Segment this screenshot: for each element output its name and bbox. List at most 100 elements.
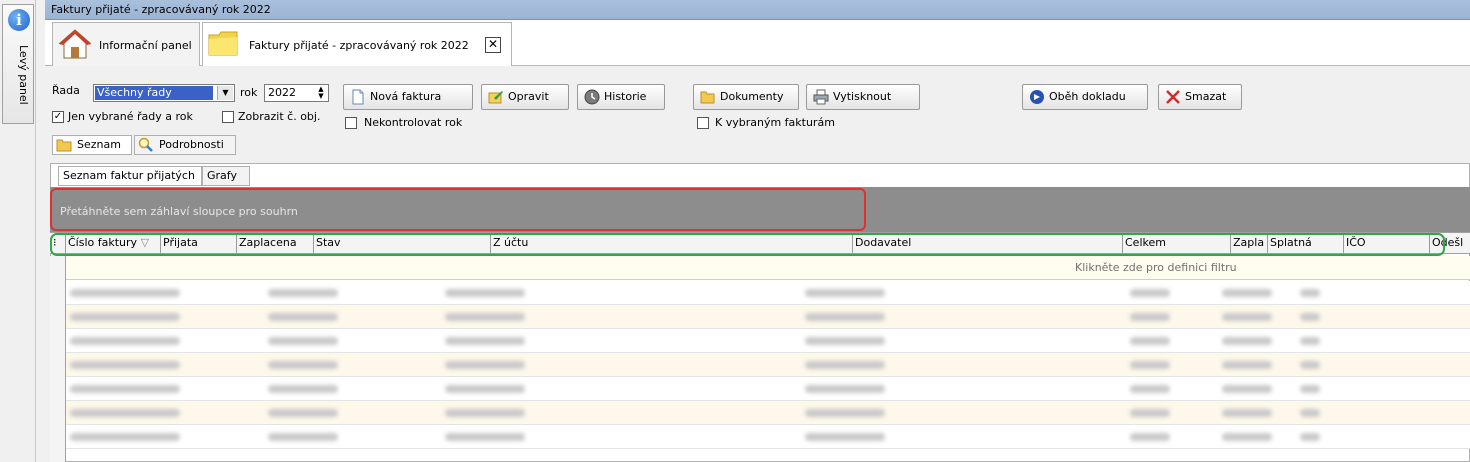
left-panel-toggle[interactable]: i Levý panel: [2, 4, 34, 124]
redacted-cell: [1300, 313, 1320, 321]
redacted-cell: [1130, 289, 1170, 297]
delete-button[interactable]: Smazat: [1158, 84, 1242, 110]
redacted-cell: [268, 289, 338, 297]
info-icon: i: [8, 9, 30, 31]
filter-row[interactable]: ▿: [50, 256, 1470, 280]
year-value: 2022: [268, 86, 296, 99]
red-highlight-box: [50, 188, 866, 231]
tab-charts-label: Grafy: [207, 169, 237, 182]
redacted-cell: [445, 313, 525, 321]
new-invoice-label: Nová faktura: [370, 90, 442, 103]
tab-received-invoice-list-label: Seznam faktur přijatých: [63, 169, 195, 182]
redacted-cell: [1222, 289, 1272, 297]
year-label: rok: [240, 86, 258, 99]
redacted-cell: [805, 361, 885, 369]
year-spinner[interactable]: 2022 ▲ ▼: [264, 84, 329, 102]
folder-open-icon: [700, 91, 715, 104]
show-order-checkbox[interactable]: [222, 111, 234, 123]
redacted-cell: [445, 289, 525, 297]
only-selected-label: Jen vybrané řady a rok: [68, 110, 193, 123]
tab-charts[interactable]: Grafy: [202, 166, 250, 186]
close-tab-icon[interactable]: ✕: [485, 37, 501, 53]
no-check-year-checkbox[interactable]: [345, 117, 357, 129]
redacted-cell: [268, 361, 338, 369]
circulation-label: Oběh dokladu: [1049, 90, 1126, 103]
redacted-cell: [70, 433, 180, 441]
edit-icon: [488, 91, 503, 104]
redacted-cell: [805, 337, 885, 345]
redacted-cell: [805, 433, 885, 441]
tab-received-invoice-list[interactable]: Seznam faktur přijatých: [58, 166, 202, 186]
redacted-cell: [70, 289, 180, 297]
printer-icon: [813, 89, 829, 105]
tab-received-invoices-label: Faktury přijaté - zpracovávaný rok 2022: [249, 39, 469, 52]
tab-details[interactable]: Podrobnosti: [134, 135, 236, 155]
redacted-cell: [445, 409, 525, 417]
redacted-cell: [268, 313, 338, 321]
redacted-cell: [1222, 385, 1272, 393]
redacted-cell: [1222, 409, 1272, 417]
redacted-cell: [70, 361, 180, 369]
documents-button[interactable]: Dokumenty: [693, 84, 799, 110]
green-highlight-box: [50, 233, 1445, 256]
new-document-icon: [352, 89, 364, 105]
redacted-cell: [268, 409, 338, 417]
magnifier-icon: [138, 137, 153, 152]
history-button[interactable]: Historie: [577, 84, 665, 110]
folder-icon: [208, 31, 238, 56]
tab-info-panel[interactable]: Informační panel: [52, 22, 200, 66]
print-button[interactable]: Vytisknout: [806, 84, 920, 110]
redacted-cell: [1130, 337, 1170, 345]
redacted-cell: [445, 433, 525, 441]
redacted-cell: [1300, 409, 1320, 417]
redacted-cell: [1300, 289, 1320, 297]
new-invoice-button[interactable]: Nová faktura: [343, 84, 473, 110]
delete-label: Smazat: [1185, 90, 1227, 103]
left-panel-label: Levý panel: [17, 45, 30, 105]
chevron-down-icon[interactable]: ▼: [217, 86, 233, 100]
home-icon: [58, 29, 92, 59]
history-icon: [584, 89, 600, 105]
circulation-icon: [1030, 90, 1044, 104]
series-label: Řada: [52, 84, 80, 97]
circulation-button[interactable]: Oběh dokladu: [1022, 84, 1148, 110]
window-title: Faktury přijaté - zpracovávaný rok 2022: [45, 0, 1470, 20]
tab-received-invoices[interactable]: Faktury přijaté - zpracovávaný rok 2022 …: [202, 22, 512, 66]
delete-icon: [1166, 90, 1180, 104]
folder-icon: [56, 139, 72, 152]
redacted-cell: [445, 337, 525, 345]
edit-button[interactable]: Opravit: [481, 84, 569, 110]
redacted-cell: [805, 313, 885, 321]
history-label: Historie: [604, 90, 647, 103]
edit-label: Opravit: [508, 90, 549, 103]
redacted-cell: [1222, 337, 1272, 345]
redacted-cell: [70, 385, 180, 393]
tab-details-label: Podrobnosti: [159, 138, 224, 151]
redacted-cell: [70, 337, 180, 345]
redacted-cell: [268, 337, 338, 345]
redacted-cell: [1300, 385, 1320, 393]
only-selected-checkbox[interactable]: ✓: [52, 111, 64, 123]
documents-label: Dokumenty: [720, 90, 784, 103]
redacted-cell: [1300, 361, 1320, 369]
to-selected-invoices-checkbox[interactable]: [697, 117, 709, 129]
redacted-cell: [1130, 433, 1170, 441]
redacted-cell: [1130, 409, 1170, 417]
redacted-cell: [1300, 433, 1320, 441]
spin-arrows-icon[interactable]: ▲ ▼: [315, 86, 327, 100]
row-indicator-column: [50, 256, 66, 462]
redacted-cell: [70, 313, 180, 321]
to-selected-invoices-label: K vybraným fakturám: [715, 116, 835, 129]
redacted-cell: [805, 385, 885, 393]
no-check-year-label: Nekontrolovat rok: [364, 116, 463, 129]
filter-hint: Klikněte zde pro definici filtru: [1075, 261, 1237, 274]
redacted-cell: [805, 289, 885, 297]
redacted-cell: [70, 409, 180, 417]
show-order-label: Zobrazit č. obj.: [238, 110, 321, 123]
redacted-cell: [445, 385, 525, 393]
tab-info-panel-label: Informační panel: [99, 39, 192, 52]
redacted-cell: [268, 433, 338, 441]
print-label: Vytisknout: [833, 90, 892, 103]
series-select[interactable]: Všechny řady ▼: [93, 84, 235, 102]
tab-list[interactable]: Seznam: [52, 135, 132, 155]
